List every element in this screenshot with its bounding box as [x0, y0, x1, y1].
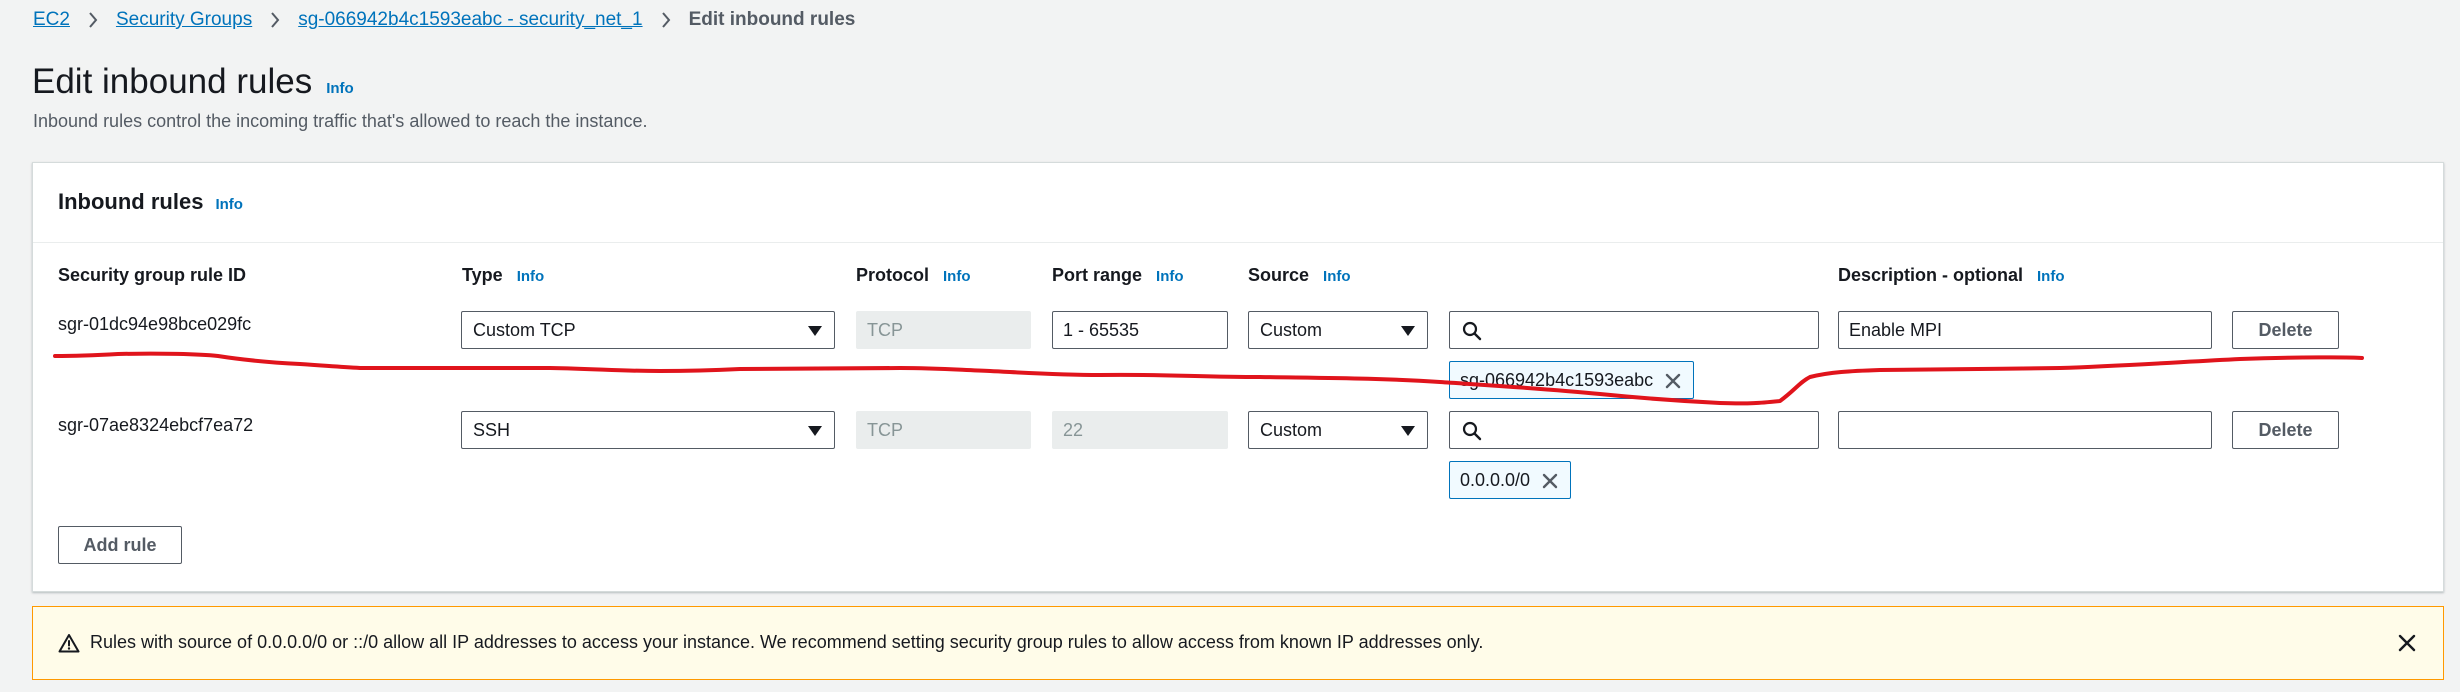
port-range-input[interactable]: 1 - 65535	[1052, 311, 1228, 349]
column-header-source-label: Source	[1248, 265, 1310, 285]
column-header-source: Source Info	[1248, 265, 1351, 286]
delete-button[interactable]: Delete	[2232, 411, 2339, 449]
port-range-info-link[interactable]: Info	[1156, 268, 1184, 285]
chevron-right-icon	[86, 12, 100, 28]
port-range-field: 22	[1052, 411, 1228, 449]
caret-down-icon	[808, 326, 822, 336]
column-header-description-label: Description - optional	[1838, 265, 2024, 285]
source-token: 0.0.0.0/0	[1449, 461, 1572, 499]
column-header-port-range-label: Port range	[1052, 265, 1143, 285]
protocol-info-link[interactable]: Info	[943, 268, 971, 285]
source-token: sg-066942b4c1593eabc	[1449, 361, 1695, 399]
type-info-link[interactable]: Info	[517, 268, 545, 285]
source-select-value: Custom	[1260, 319, 1323, 340]
source-info-link[interactable]: Info	[1323, 268, 1351, 285]
column-header-type-label: Type	[462, 265, 503, 285]
source-search-input[interactable]	[1449, 411, 1819, 449]
port-range-value: 22	[1063, 419, 1084, 440]
alert-message: Rules with source of 0.0.0.0/0 or ::/0 a…	[90, 632, 1484, 652]
delete-button-label: Delete	[2258, 319, 2313, 340]
breadcrumb-security-group[interactable]: sg-066942b4c1593eabc - security_net_1	[298, 9, 642, 31]
panel-info-link[interactable]: Info	[215, 196, 243, 213]
port-range-value: 1 - 65535	[1063, 319, 1140, 340]
protocol-value: TCP	[867, 319, 903, 340]
close-icon[interactable]	[2395, 631, 2419, 655]
breadcrumb-security-groups[interactable]: Security Groups	[116, 9, 252, 31]
description-input[interactable]: Enable MPI	[1838, 311, 2212, 349]
type-select-value: Custom TCP	[473, 319, 576, 340]
column-header-protocol: Protocol Info	[856, 265, 971, 286]
add-rule-button[interactable]: Add rule	[58, 526, 182, 564]
type-select[interactable]: SSH	[461, 411, 835, 449]
panel-title: Inbound rules Info	[58, 189, 243, 215]
type-select-value: SSH	[473, 419, 511, 440]
close-icon[interactable]	[1540, 471, 1560, 491]
column-header-rule-id: Security group rule ID	[58, 265, 246, 286]
description-input[interactable]	[1838, 411, 2212, 449]
warning-icon	[58, 634, 80, 653]
breadcrumb-ec2[interactable]: EC2	[33, 9, 70, 31]
column-header-protocol-label: Protocol	[856, 265, 930, 285]
source-token-label: sg-066942b4c1593eabc	[1460, 369, 1654, 390]
column-header-rule-id-label: Security group rule ID	[58, 265, 247, 285]
delete-button-label: Delete	[2258, 419, 2313, 440]
warning-alert: Rules with source of 0.0.0.0/0 or ::/0 a…	[32, 606, 2444, 680]
inbound-rules-panel: Inbound rules Info Security group rule I…	[32, 162, 2444, 592]
source-select-value: Custom	[1260, 419, 1323, 440]
panel-header: Inbound rules Info	[33, 163, 2443, 243]
caret-down-icon	[1401, 426, 1415, 436]
page-title-text: Edit inbound rules	[32, 62, 313, 101]
description-info-link[interactable]: Info	[2037, 268, 2065, 285]
breadcrumb-current: Edit inbound rules	[688, 9, 856, 30]
source-select[interactable]: Custom	[1248, 311, 1428, 349]
type-select[interactable]: Custom TCP	[461, 311, 835, 349]
search-icon	[1462, 321, 1482, 341]
page-description: Inbound rules control the incoming traff…	[33, 111, 648, 131]
column-header-type: Type Info	[462, 265, 544, 286]
chevron-right-icon	[268, 12, 282, 28]
caret-down-icon	[1401, 326, 1415, 336]
page-title: Edit inbound rules Info	[32, 60, 354, 111]
column-header-description: Description - optional Info	[1838, 265, 2065, 286]
source-search-input[interactable]	[1449, 311, 1819, 349]
close-icon[interactable]	[1663, 371, 1683, 391]
protocol-field: TCP	[856, 411, 1031, 449]
source-token-label: 0.0.0.0/0	[1460, 469, 1531, 490]
rule-id: sgr-07ae8324ebcf7ea72	[58, 415, 254, 435]
source-select[interactable]: Custom	[1248, 411, 1428, 449]
protocol-field: TCP	[856, 311, 1031, 349]
delete-button[interactable]: Delete	[2232, 311, 2339, 349]
add-rule-button-label: Add rule	[83, 534, 157, 555]
chevron-right-icon	[659, 12, 673, 28]
breadcrumb: EC2 Security Groups sg-066942b4c1593eabc…	[33, 8, 855, 32]
description-value: Enable MPI	[1849, 319, 1943, 340]
column-header-port-range: Port range Info	[1052, 265, 1184, 286]
rule-id: sgr-01dc94e98bce029fc	[58, 314, 252, 334]
caret-down-icon	[808, 426, 822, 436]
search-icon	[1462, 421, 1482, 441]
panel-title-text: Inbound rules	[58, 189, 204, 214]
page-info-link[interactable]: Info	[326, 67, 354, 111]
protocol-value: TCP	[867, 419, 903, 440]
